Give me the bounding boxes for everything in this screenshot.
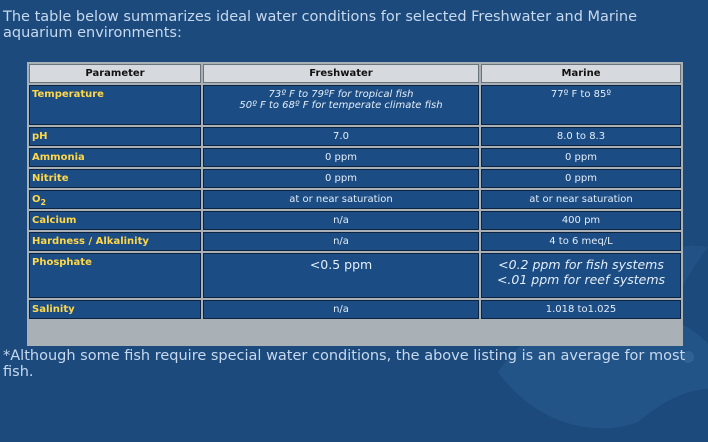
marine-cell: 8.0 to 8.3	[481, 127, 681, 146]
table-row: Ammonia 0 ppm 0 ppm	[29, 148, 681, 167]
table-row: Salinity n/a 1.018 to1.025	[29, 300, 681, 319]
marine-cell: 4 to 6 meq/L	[481, 232, 681, 251]
table-row: Hardness / Alkalinity n/a 4 to 6 meq/L	[29, 232, 681, 251]
table-row: pH 7.0 8.0 to 8.3	[29, 127, 681, 146]
freshwater-cell: 73º F to 79ºF for tropical fish 50º F to…	[203, 85, 479, 125]
header-freshwater: Freshwater	[203, 64, 479, 83]
param-cell: O2	[29, 190, 201, 209]
freshwater-cell: 0 ppm	[203, 148, 479, 167]
water-conditions-table-frame: Parameter Freshwater Marine Temperature …	[27, 62, 683, 346]
freshwater-cell: 7.0	[203, 127, 479, 146]
marine-cell: 400 pm	[481, 211, 681, 230]
table-row: Phosphate <0.5 ppm <0.2 ppm for fish sys…	[29, 253, 681, 298]
param-cell: Phosphate	[29, 253, 201, 298]
param-cell: Temperature	[29, 85, 201, 125]
intro-text: The table below summarizes ideal water c…	[3, 9, 638, 41]
param-cell: Calcium	[29, 211, 201, 230]
marine-line: <.01 ppm for reef systems	[496, 272, 666, 287]
marine-cell: 77º F to 85º	[481, 85, 681, 125]
header-marine: Marine	[481, 64, 681, 83]
table-row: Temperature 73º F to 79ºF for tropical f…	[29, 85, 681, 125]
freshwater-cell: n/a	[203, 300, 479, 319]
freshwater-cell: 0 ppm	[203, 169, 479, 188]
marine-cell: at or near saturation	[481, 190, 681, 209]
marine-cell: 0 ppm	[481, 169, 681, 188]
header-parameter: Parameter	[29, 64, 201, 83]
freshwater-cell: n/a	[203, 232, 479, 251]
marine-line: <0.2 ppm for fish systems	[498, 257, 664, 272]
param-cell: Nitrite	[29, 169, 201, 188]
freshwater-line: 50º F to 68º F for temperate climate fis…	[239, 100, 443, 111]
freshwater-cell: at or near saturation	[203, 190, 479, 209]
table-row: Calcium n/a 400 pm	[29, 211, 681, 230]
param-cell: Ammonia	[29, 148, 201, 167]
marine-cell: <0.2 ppm for fish systems <.01 ppm for r…	[481, 253, 681, 298]
footnote-text: *Although some fish require special wate…	[3, 348, 686, 380]
freshwater-line: 73º F to 79ºF for tropical fish	[268, 89, 414, 100]
water-conditions-table: Parameter Freshwater Marine Temperature …	[27, 62, 683, 321]
marine-cell: 0 ppm	[481, 148, 681, 167]
table-row: Nitrite 0 ppm 0 ppm	[29, 169, 681, 188]
marine-cell: 1.018 to1.025	[481, 300, 681, 319]
param-cell: Hardness / Alkalinity	[29, 232, 201, 251]
param-cell: Salinity	[29, 300, 201, 319]
param-cell: pH	[29, 127, 201, 146]
table-header-row: Parameter Freshwater Marine	[29, 64, 681, 83]
freshwater-cell: <0.5 ppm	[203, 253, 479, 298]
freshwater-cell: n/a	[203, 211, 479, 230]
table-row: O2 at or near saturation at or near satu…	[29, 190, 681, 209]
